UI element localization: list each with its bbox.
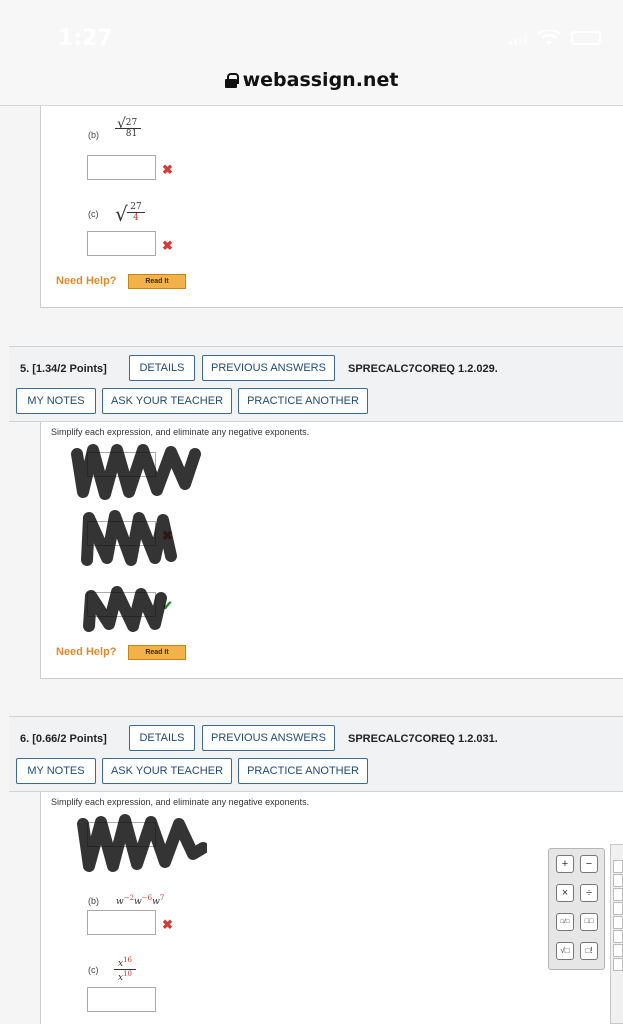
redaction-scribble [81,510,177,566]
palette-divide-button[interactable]: ÷ [580,884,598,902]
status-icons [509,30,601,46]
palette-tab[interactable] [613,916,623,929]
question-5-header: 5. [1.34/2 Points] DETAILS PREVIOUS ANSW… [9,346,623,422]
q5-title: 5. [1.34/2 Points] [20,363,107,375]
q6-prompt: Simplify each expression, and eliminate … [51,797,310,807]
q5-code: SPRECALC7COREQ 1.2.029. [348,363,498,375]
incorrect-icon: ✖ [162,162,173,177]
read-it-button[interactable]: Read It [128,274,186,289]
q4-part-c-label: (c) [88,209,99,219]
read-it-button[interactable]: Read It [128,645,186,660]
wifi-icon [537,30,561,45]
q5-previous-answers-button[interactable]: PREVIOUS ANSWERS [202,355,335,381]
q5-ask-teacher-button[interactable]: ASK YOUR TEACHER [102,388,232,414]
palette-fraction-button[interactable]: □/□ [556,913,574,931]
palette-exponent-button[interactable]: □□ [580,913,598,931]
battery-icon [571,31,601,45]
redaction-scribble [77,814,207,872]
question-4-card: (b) √ 27 81 ✖ (c) √ 27 4 ✖ Need Help? Re… [40,106,623,308]
q5-practice-another-button[interactable]: PRACTICE ANOTHER [238,388,368,414]
palette-tab[interactable] [613,874,623,887]
palette-multiply-button[interactable]: × [556,884,574,902]
q6-part-b-label: (b) [88,896,99,906]
q6-practice-another-button[interactable]: PRACTICE ANOTHER [238,758,368,784]
palette-tab[interactable] [613,860,623,873]
q6-title: 6. [0.66/2 Points] [20,733,107,745]
status-time: 1:27 [58,26,113,51]
q6-ask-teacher-button[interactable]: ASK YOUR TEACHER [102,758,232,784]
q4-part-c-answer-input[interactable] [87,231,156,256]
sqrt-icon: √ [115,202,128,226]
math-palette: + − × ÷ □/□ □□ √□ □! [548,848,605,970]
q6-part-c-expression: x16 x10 [114,956,136,983]
q6-previous-answers-button[interactable]: PREVIOUS ANSWERS [202,725,335,751]
q5-my-notes-button[interactable]: MY NOTES [16,388,96,414]
q6-part-b-expression: w−2w−6w7 [116,894,165,907]
q4-part-b-answer-input[interactable] [87,155,156,180]
q6-code: SPRECALC7COREQ 1.2.031. [348,733,498,745]
need-help-label: Need Help? [56,646,117,658]
q6-details-button[interactable]: DETAILS [129,725,195,751]
palette-tab[interactable] [613,958,623,971]
assignment-page: (b) √ 27 81 ✖ (c) √ 27 4 ✖ Need Help? Re… [0,106,623,1024]
incorrect-icon: ✖ [162,238,173,253]
q4-part-c-expression: 27 4 [127,202,145,223]
question-6-header: 6. [0.66/2 Points] DETAILS PREVIOUS ANSW… [9,716,623,792]
palette-minus-button[interactable]: − [580,855,598,873]
redaction-scribble [83,586,167,632]
url-bar[interactable]: webassign.net [0,56,623,106]
redaction-scribble [71,444,201,500]
palette-tab[interactable] [613,902,623,915]
q6-part-c-answer-input[interactable] [87,987,156,1012]
lock-icon [224,72,239,88]
palette-tab[interactable] [613,944,623,957]
q6-part-c-label: (c) [88,965,99,975]
need-help-label: Need Help? [56,275,117,287]
palette-factorial-button[interactable]: □! [580,942,598,960]
q6-part-b-answer-input[interactable] [87,910,156,935]
q4-part-b-expression: 27 81 [115,118,141,139]
status-bar: 1:27 [0,0,623,56]
incorrect-icon: ✖ [162,917,173,932]
palette-side-tabs[interactable] [610,844,623,1024]
url-text: webassign.net [242,69,399,91]
palette-tab[interactable] [613,888,623,901]
q4-part-b-label: (b) [88,130,99,140]
question-5-card: Simplify each expression, and eliminate … [40,422,623,679]
palette-plus-button[interactable]: + [556,855,574,873]
palette-sqrt-button[interactable]: √□ [556,942,574,960]
q6-my-notes-button[interactable]: MY NOTES [16,758,96,784]
question-6-card: Simplify each expression, and eliminate … [40,792,623,1024]
cellular-signal-icon [509,31,527,45]
palette-tab[interactable] [613,846,623,859]
q5-details-button[interactable]: DETAILS [129,355,195,381]
palette-tab[interactable] [613,930,623,943]
q5-prompt: Simplify each expression, and eliminate … [51,427,310,437]
